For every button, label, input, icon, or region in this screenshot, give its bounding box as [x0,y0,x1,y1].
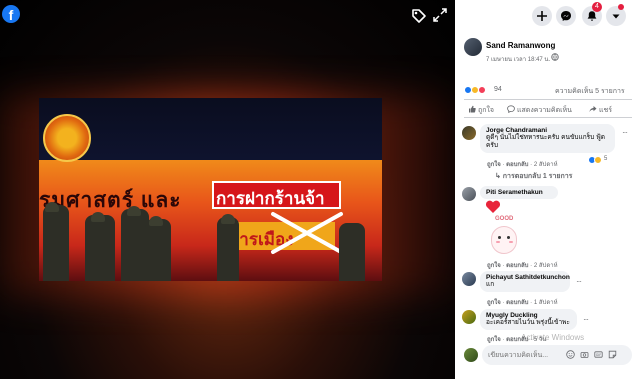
comment-bubble: Piti Seramethakun [480,186,558,199]
create-button[interactable] [532,6,552,26]
commenter-name[interactable]: Piti Seramethakun [486,189,552,196]
more-options-icon[interactable]: ··· [576,277,582,286]
reaction-count[interactable]: 94 [494,86,502,93]
emoji-icon[interactable] [566,350,575,359]
comment-like-link[interactable]: ถูกใจ [487,162,501,168]
top-navbar [455,0,640,30]
globe-icon [551,53,559,61]
commenter-avatar[interactable] [462,272,476,286]
comment-icon [507,105,515,114]
post-timestamp[interactable]: 7 เมษายน เวลา 18:47 น. [486,54,550,64]
post-photo[interactable]: รมศาสตร์ และ การฝากร้านจ้า การเมือง [39,98,382,281]
comment-time[interactable]: 2 สัปดาห์ [534,162,558,168]
comment-like-link[interactable]: ถูกใจ [487,263,501,269]
tag-icon[interactable] [411,8,427,24]
good-sticker[interactable]: GOOD [485,216,521,258]
svg-text:GIF: GIF [596,353,602,357]
camera-icon[interactable] [580,350,589,359]
gif-icon[interactable]: GIF [594,350,603,359]
comment-reply-link[interactable]: ตอบกลับ [506,300,528,306]
like-reaction-icon [464,86,472,94]
soldier-figure [145,219,171,281]
commenter-name[interactable]: Pichayut Sathitdetkunchon [486,274,570,281]
author-avatar[interactable] [464,38,482,56]
comment-input[interactable] [488,349,563,361]
messenger-button[interactable] [556,6,576,26]
comment-text: แก [486,281,495,288]
comment-bubble: Pichayut Sathitdetkunchon แก [480,271,570,292]
comment-text: ดูดีๆ นั่นไม่ใช่ทหารนะครับ คนขับแกร็บ ฟู… [486,134,605,149]
notification-count-badge: 4 [592,2,602,12]
commenter-name[interactable]: Jorge Chandramani [486,127,609,134]
cross-out-mark [271,212,343,254]
comment-actions: ถูกใจ · ตอบกลับ · 2 สัปดาห์ [487,263,558,269]
comment-button[interactable]: แสดงความคิดเห็น [507,105,572,116]
author-name[interactable]: Sand Ramanwong [486,41,555,50]
share-button[interactable]: แชร์ [589,105,612,116]
comment-composer[interactable]: GIF [482,345,632,365]
share-icon [589,106,597,112]
soldier-figure [339,223,365,281]
commenter-avatar[interactable] [462,310,476,324]
comment-like-link[interactable]: ถูกใจ [487,337,501,343]
like-button[interactable]: ถูกใจ [468,105,494,116]
comment-like-link[interactable]: ถูกใจ [487,300,501,306]
current-user-avatar[interactable] [464,348,478,362]
more-options-icon[interactable]: ··· [583,315,589,324]
love-reaction-icon [478,86,486,94]
emblem-seal [43,114,91,162]
thumbs-up-icon [469,105,476,113]
caret-down-icon [612,14,620,19]
comment-actions: ถูกใจ · ตอบกลับ · 2 สัปดาห์ [487,162,558,168]
commenter-avatar[interactable] [462,126,476,140]
menu-alert-dot [618,4,624,10]
expand-icon[interactable] [433,8,447,22]
comment-bubble: Myugly Duckling อะเคอร์สายไนว์น พรุ่งนี้… [480,309,577,330]
photo-viewer: f รมศาสตร์ และ การฝากร้านจ้า การเมือง [0,0,455,379]
comment-count[interactable]: ความคิดเห็น 5 รายการ [555,86,625,97]
plus-icon [537,11,547,21]
comment-time[interactable]: 2 สัปดาห์ [534,263,558,269]
commenter-avatar[interactable] [462,187,476,201]
haha-reaction-icon [594,156,602,164]
activate-windows-watermark: Activate Windows [521,333,585,342]
soldier-figure [217,217,239,281]
soldier-figure [43,205,69,281]
sticker-icon[interactable] [608,350,617,359]
comment-bubble: Jorge Chandramani ดูดีๆ นั่นไม่ใช่ทหารนะ… [480,124,615,153]
more-options-icon[interactable]: ··· [622,128,628,137]
heart-emoji-icon [485,200,501,213]
view-replies-link[interactable]: ↳ การตอบกลับ 1 รายการ [495,171,572,182]
comment-reply-link[interactable]: ตอบกลับ [506,162,528,168]
comment-text: อะเคอร์สายไนว์น พรุ่งนี้เข้าพะ [486,319,570,326]
soldier-figure [85,215,115,281]
comment-actions: ถูกใจ · ตอบกลับ · 1 สัปดาห์ [487,300,558,306]
commenter-name[interactable]: Myugly Duckling [486,312,571,319]
post-side-panel: Sand Ramanwong 7 เมษายน เวลา 18:47 น. 94… [455,0,640,379]
facebook-logo-icon[interactable]: f [2,5,20,23]
haha-reaction-icon [471,86,479,94]
comment-time[interactable]: 1 สัปดาห์ [534,300,558,306]
comment-reply-link[interactable]: ตอบกลับ [506,263,528,269]
messenger-icon [561,11,571,21]
